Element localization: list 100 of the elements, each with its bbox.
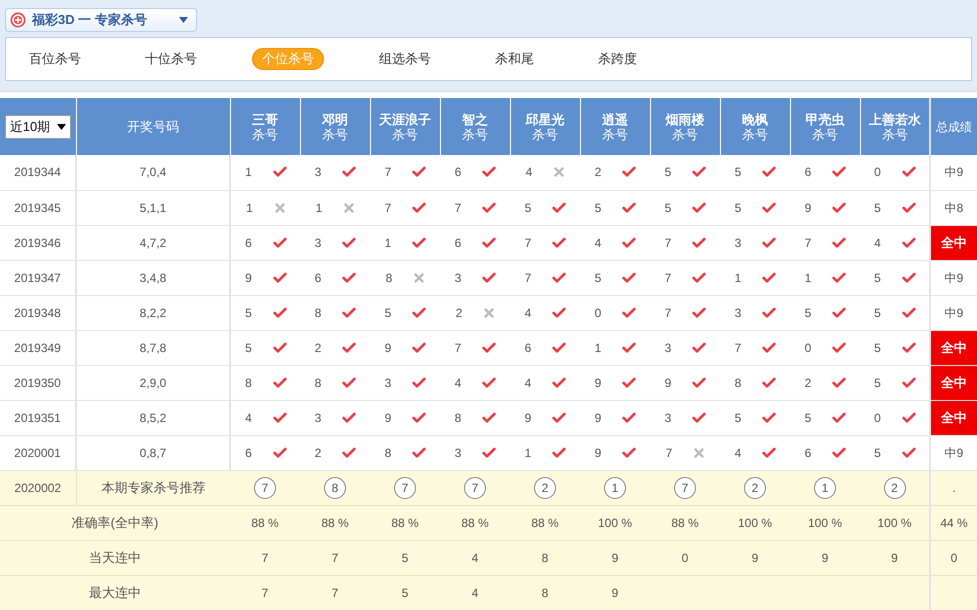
kill-number: 9 bbox=[804, 200, 812, 216]
recommended-number: 2 bbox=[534, 476, 556, 498]
kill-number: 9 bbox=[594, 444, 602, 462]
kill-number: 9 bbox=[594, 410, 602, 426]
kill-number: 0 bbox=[804, 340, 812, 356]
period-cell: 2019348 bbox=[0, 295, 76, 330]
stat-cell: 9 bbox=[720, 540, 790, 575]
kill-number: 7 bbox=[664, 234, 672, 252]
stat-cell: 88 % bbox=[650, 505, 720, 540]
kill-number: 8 bbox=[384, 444, 392, 462]
recommended-number: 1 bbox=[814, 476, 836, 498]
total-cell: 中9 bbox=[930, 155, 977, 190]
kill-number: 3 bbox=[384, 374, 392, 392]
draw-cell: 5,1,1 bbox=[76, 190, 230, 225]
stat-cell: 100 % bbox=[580, 505, 650, 540]
kill-number: 1 bbox=[804, 270, 812, 286]
kill-number: 6 bbox=[244, 234, 253, 252]
recommended-number: 2 bbox=[884, 476, 906, 498]
kill-number: 5 bbox=[244, 340, 253, 356]
kill-number: 2 bbox=[594, 164, 602, 182]
kill-number: 1 bbox=[524, 444, 532, 462]
kill-number: 4 bbox=[594, 234, 602, 252]
period-cell: 2019345 bbox=[0, 190, 76, 225]
title-dropdown[interactable]: 福彩3D 一 专家杀号 bbox=[5, 8, 197, 32]
tab[interactable]: 组选杀号 bbox=[370, 48, 440, 70]
stat-cell: 7 bbox=[230, 540, 300, 575]
title-text: 福彩3D 一 专家杀号 bbox=[32, 11, 147, 30]
stat-cell: 88 % bbox=[370, 505, 440, 540]
kill-number: 5 bbox=[734, 410, 742, 426]
expert-header: 智之 杀号 bbox=[440, 98, 510, 155]
stat-cell: 88 % bbox=[300, 505, 370, 540]
kill-number: 8 bbox=[454, 410, 462, 426]
kill-number: 3 bbox=[664, 410, 672, 426]
kill-number: 6 bbox=[524, 340, 532, 356]
draw-cell: 8,5,2 bbox=[76, 400, 230, 435]
kill-number: 9 bbox=[664, 374, 672, 392]
kill-number: 4 bbox=[244, 410, 253, 426]
stat-cell: 9 bbox=[580, 575, 650, 610]
kill-number: 5 bbox=[664, 164, 672, 182]
recommended-number: 7 bbox=[394, 476, 416, 498]
kill-number: 5 bbox=[594, 200, 602, 216]
tab[interactable]: 杀和尾 bbox=[486, 48, 543, 70]
kill-number: 1 bbox=[245, 200, 254, 216]
draw-cell: 3,4,8 bbox=[76, 260, 230, 295]
kill-number: 0 bbox=[873, 410, 882, 426]
kill-number: 7 bbox=[454, 200, 462, 216]
recommended-number: 7 bbox=[674, 476, 696, 498]
period-select[interactable]: 近10期 bbox=[4, 114, 71, 138]
kill-number: 5 bbox=[384, 304, 392, 322]
kill-number: 6 bbox=[804, 444, 812, 462]
recommended-number: 7 bbox=[464, 476, 486, 498]
kill-number: 7 bbox=[454, 340, 462, 356]
kill-number: 3 bbox=[314, 164, 322, 182]
kill-number: 6 bbox=[454, 164, 462, 182]
kill-number: 5 bbox=[594, 270, 602, 286]
draw-cell: 8,7,8 bbox=[76, 330, 230, 365]
kill-number: 7 bbox=[524, 234, 532, 252]
kill-number: 4 bbox=[524, 164, 534, 182]
stat-cell: 100 % bbox=[860, 505, 930, 540]
kill-number: 8 bbox=[384, 270, 394, 286]
row-label: 最大连中 bbox=[0, 575, 230, 610]
stat-cell: 4 bbox=[440, 540, 510, 575]
kill-number: 5 bbox=[804, 304, 812, 322]
tab[interactable]: 十位杀号 bbox=[136, 48, 206, 70]
stat-cell: 0 bbox=[650, 540, 720, 575]
tab[interactable]: 杀跨度 bbox=[589, 48, 646, 70]
kill-number: 5 bbox=[734, 200, 742, 216]
logo-icon bbox=[10, 12, 26, 28]
stat-cell: 8 bbox=[510, 575, 580, 610]
row-label: 当天连中 bbox=[0, 540, 230, 575]
kill-number: 7 bbox=[384, 200, 392, 216]
stat-cell: 88 % bbox=[230, 505, 300, 540]
stat-cell: 7 bbox=[230, 575, 300, 610]
stat-cell: 88 % bbox=[440, 505, 510, 540]
kill-number: 4 bbox=[524, 374, 532, 392]
kill-number: 7 bbox=[804, 234, 812, 252]
kill-number: 5 bbox=[873, 340, 882, 356]
recommended-number: 8 bbox=[324, 476, 346, 498]
kill-number: 3 bbox=[454, 444, 462, 462]
stat-cell: 7 bbox=[300, 540, 370, 575]
total-cell: 中9 bbox=[930, 260, 977, 295]
kill-number: 6 bbox=[804, 164, 812, 182]
period-cell: 2019349 bbox=[0, 330, 76, 365]
period-cell: 2019351 bbox=[0, 400, 76, 435]
kill-number: 3 bbox=[314, 234, 322, 252]
kill-number: 3 bbox=[734, 304, 742, 322]
column-header: 开奖号码 bbox=[76, 98, 230, 155]
kill-number: 2 bbox=[314, 340, 322, 356]
expert-header: 邱星光 杀号 bbox=[510, 98, 580, 155]
kill-number: 7 bbox=[664, 270, 672, 286]
kill-number: 3 bbox=[734, 234, 742, 252]
expert-header: 逍遥 杀号 bbox=[580, 98, 650, 155]
kill-number: 7 bbox=[524, 270, 532, 286]
kill-number: 5 bbox=[873, 270, 882, 286]
tab[interactable]: 百位杀号 bbox=[20, 48, 90, 70]
recommended-number: 2 bbox=[744, 476, 766, 498]
expert-header: 烟雨楼 杀号 bbox=[650, 98, 720, 155]
kill-number: 8 bbox=[314, 304, 322, 322]
kill-number: 4 bbox=[734, 444, 742, 462]
kill-number: 5 bbox=[873, 200, 882, 216]
